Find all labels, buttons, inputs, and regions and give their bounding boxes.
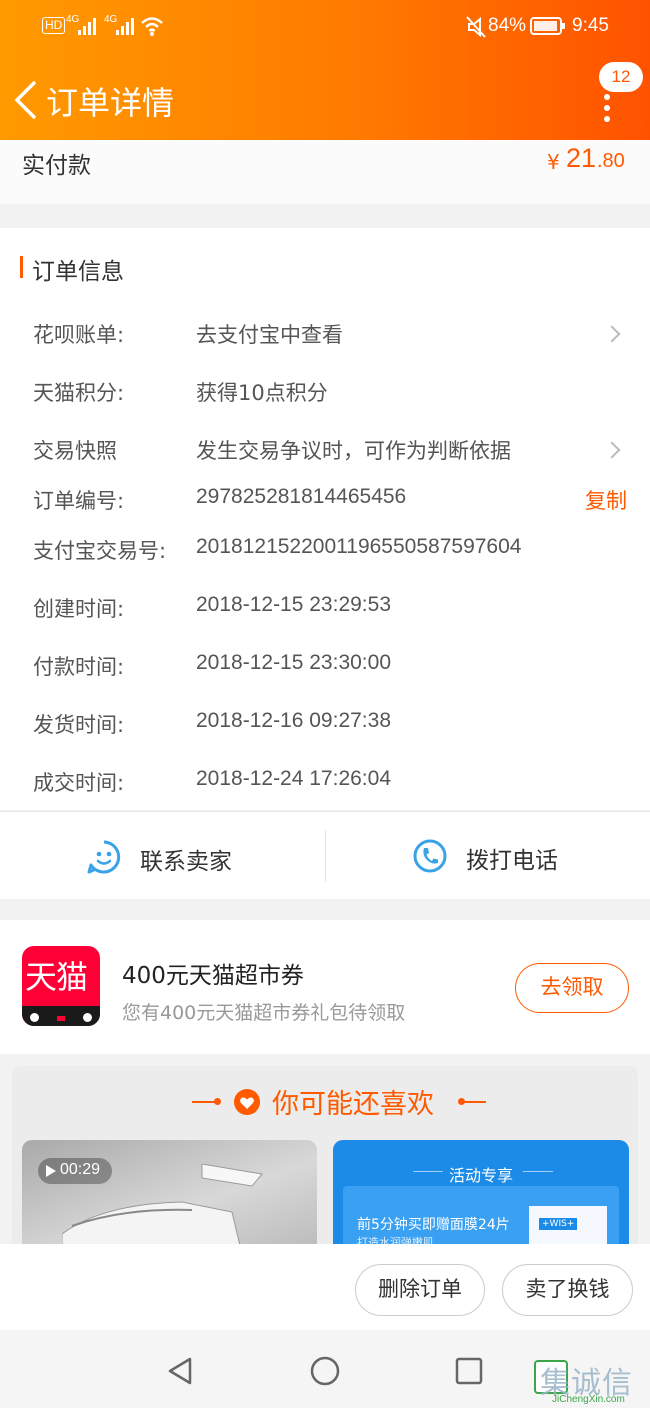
paid-amount-decimal: .80 — [597, 150, 625, 172]
page-title: 订单详情 — [46, 84, 175, 122]
clock: 9:45 — [572, 15, 609, 36]
hd-indicator: HD — [42, 17, 66, 34]
row-label: 发货时间: — [33, 713, 125, 737]
delete-order-button[interactable]: 删除订单 — [355, 1264, 485, 1316]
row-value: 2018-12-16 09:27:38 — [196, 709, 391, 732]
video-duration: 00:29 — [60, 1161, 101, 1178]
claim-coupon-button[interactable]: 去领取 — [515, 963, 629, 1013]
product-card-bag[interactable]: 00:29 — [22, 1140, 317, 1244]
heart-icon — [234, 1089, 260, 1115]
paid-time-row: 付款时间: 2018-12-15 23:30:00 — [0, 648, 650, 688]
promo-banner: 活动专享 — [449, 1166, 514, 1185]
nav-recents-icon[interactable] — [455, 1357, 483, 1385]
row-label: 天猫积分: — [33, 381, 125, 405]
row-label: 成交时间: — [33, 771, 125, 795]
row-value: 2018-12-15 23:30:00 — [196, 651, 391, 674]
play-icon — [46, 1165, 56, 1177]
watermark-url: JiChengXin.com — [552, 1394, 625, 1405]
tmall-logo: 天猫 — [22, 946, 100, 1026]
contact-seller-button[interactable]: 联系卖家 — [0, 812, 325, 900]
phone-icon — [413, 839, 447, 873]
system-nav-bar: 集诚信 JiChengXin.com — [0, 1330, 650, 1408]
more-menu-icon[interactable] — [602, 94, 612, 127]
row-label: 订单编号: — [33, 489, 125, 513]
signal-icon-1 — [78, 18, 96, 35]
row-label: 付款时间: — [33, 655, 125, 679]
sell-for-cash-button[interactable]: 卖了换钱 — [502, 1264, 633, 1316]
call-phone-label: 拨打电话 — [466, 848, 558, 874]
battery-percent: 84% — [488, 15, 527, 36]
chevron-right-icon — [603, 441, 621, 459]
points-row: 天猫积分: 获得10点积分 — [0, 374, 650, 414]
message-count-badge: 12 — [599, 62, 643, 92]
wifi-icon — [141, 17, 163, 36]
coupon-card: 天猫 400元天猫超市券 您有400元天猫超市券礼包待领取 去领取 — [0, 920, 650, 1054]
video-badge: 00:29 — [38, 1158, 112, 1184]
promo-subtext: 打造水润弹嫩肌 — [357, 1236, 434, 1244]
row-value: 2018-12-24 17:26:04 — [196, 767, 391, 790]
section-title: 订单信息 — [32, 259, 124, 285]
chat-face-icon — [87, 840, 121, 874]
order-number-row: 订单编号: 297825281814465456 复制 — [0, 482, 650, 522]
row-value: 297825281814465456 — [196, 485, 407, 508]
created-time-row: 创建时间: 2018-12-15 23:29:53 — [0, 590, 650, 630]
currency-symbol: ¥ — [547, 150, 560, 174]
copy-button[interactable]: 复制 — [585, 485, 627, 515]
recommend-header: 你可能还喜欢 — [190, 1082, 490, 1122]
nav-back-icon[interactable] — [166, 1356, 194, 1386]
tmall-logo-text: 天猫 — [25, 958, 88, 996]
back-arrow-icon[interactable] — [12, 80, 38, 120]
contact-bar: 联系卖家 拨打电话 — [0, 811, 650, 899]
row-label: 创建时间: — [33, 597, 125, 621]
row-value: 2018121522001196550587597604 — [196, 535, 522, 558]
bottom-action-bar: 删除订单 卖了换钱 — [0, 1244, 650, 1330]
row-value: 发生交易争议时，可作为判断依据 — [196, 439, 511, 463]
row-value: 获得10点积分 — [196, 381, 328, 405]
snapshot-row[interactable]: 交易快照 发生交易争议时，可作为判断依据 — [0, 432, 650, 472]
mask-box-image: +WIS+ — [529, 1206, 607, 1244]
brand-tag: +WIS+ — [539, 1218, 578, 1230]
paid-amount-integer: 21 — [566, 143, 597, 173]
paid-amount-row: 实付款 ¥ 21 .80 — [0, 140, 650, 204]
coupon-title: 400元天猫超市券 — [122, 963, 304, 989]
row-label: 支付宝交易号: — [33, 539, 167, 563]
product-card-promo[interactable]: 活动专享 前5分钟买即赠面膜24片 打造水润弹嫩肌 +WIS+ — [333, 1140, 629, 1244]
mute-icon — [466, 16, 486, 38]
battery-icon — [530, 17, 565, 35]
promo-text: 前5分钟买即赠面膜24片 — [357, 1217, 510, 1233]
row-label: 花呗账单: — [33, 323, 125, 347]
coupon-subtitle: 您有400元天猫超市券礼包待领取 — [122, 1002, 406, 1024]
closed-time-row: 成交时间: 2018-12-24 17:26:04 — [0, 764, 650, 804]
contact-seller-label: 联系卖家 — [140, 849, 232, 875]
alipay-trade-row: 支付宝交易号: 2018121522001196550587597604 — [0, 532, 650, 572]
app-header: HD 4G 4G 84% 9:45 订单详情 12 — [0, 0, 650, 140]
row-value: 2018-12-15 23:29:53 — [196, 593, 391, 616]
huabei-bill-row[interactable]: 花呗账单: 去支付宝中查看 — [0, 316, 650, 356]
signal-icon-2 — [116, 18, 134, 35]
paid-label: 实付款 — [22, 153, 91, 179]
row-label: 交易快照 — [33, 439, 117, 463]
row-value: 去支付宝中查看 — [196, 323, 343, 347]
nav-home-icon[interactable] — [310, 1356, 340, 1386]
order-info-section: 订单信息 花呗账单: 去支付宝中查看 天猫积分: 获得10点积分 交易快照 发生… — [0, 228, 650, 810]
shipped-time-row: 发货时间: 2018-12-16 09:27:38 — [0, 706, 650, 746]
call-phone-button[interactable]: 拨打电话 — [326, 812, 650, 900]
cat-face — [22, 1006, 100, 1026]
recommend-title: 你可能还喜欢 — [272, 1089, 434, 1120]
chevron-right-icon — [603, 325, 621, 343]
section-marker — [20, 256, 23, 278]
